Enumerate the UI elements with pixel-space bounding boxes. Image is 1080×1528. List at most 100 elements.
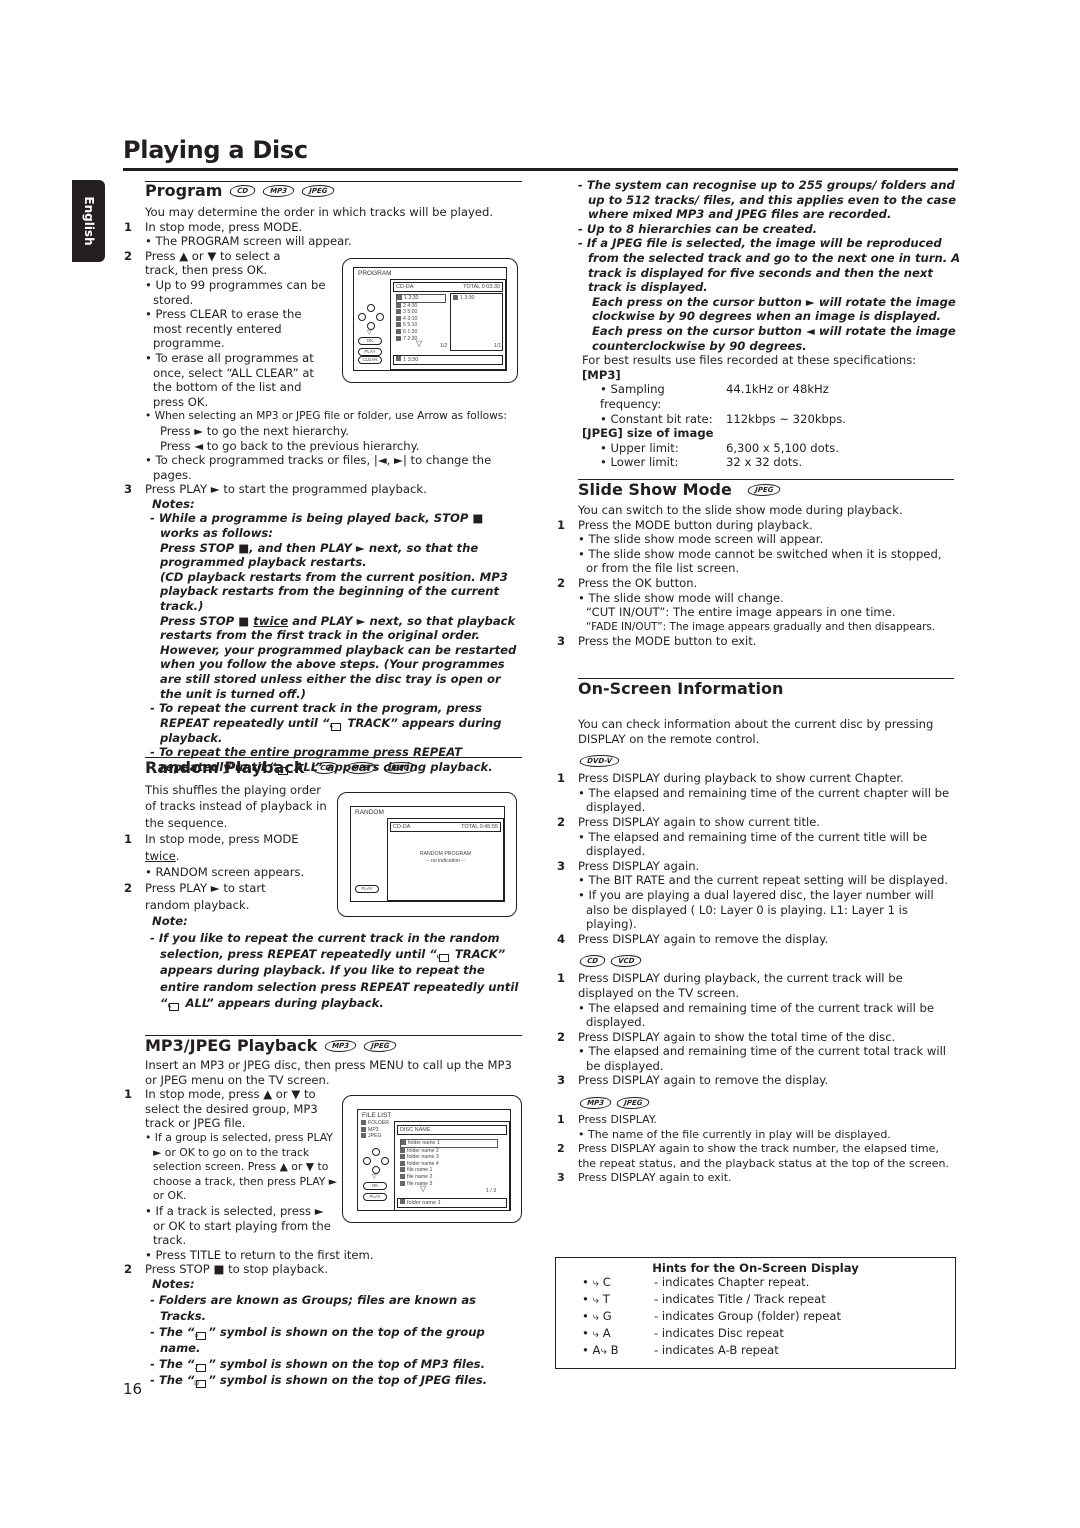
- current-track-bar: 1 3:30: [393, 355, 503, 365]
- folder-icon: ▫: [194, 1331, 207, 1340]
- disc-badge-mp3: MP3: [343, 761, 379, 774]
- step-item: 1 Press DISPLAY during playback, the curr…: [557, 971, 903, 1000]
- slideshow-heading: Slide Show Mode JPEG: [578, 480, 782, 499]
- onscreen-heading: On-Screen Information: [578, 679, 783, 698]
- bullet: • The elapsed and remaining time of the …: [578, 1044, 947, 1073]
- hint-item: • ⤷ A- indicates Disc repeat: [582, 1326, 784, 1340]
- disc-badge-jpeg: JPEG: [362, 1039, 399, 1052]
- scroll-down-icon: ▽: [416, 339, 423, 348]
- bullet: • The BIT RATE and the current repeat se…: [578, 873, 949, 888]
- step-item: 4 Press DISPLAY again to remove the displ…: [557, 931, 829, 946]
- language-tab: English: [72, 180, 105, 262]
- screen-label: PROGRAM: [358, 270, 392, 277]
- disc-badge-jpeg: JPEG: [746, 483, 782, 496]
- mp3jpeg-title: MP3/JPEG Playback: [145, 1036, 318, 1055]
- file-item[interactable]: folder name 4: [400, 1160, 498, 1168]
- bullet: • The elapsed and remaining time of the …: [578, 829, 928, 859]
- track-item[interactable]: 1 3:30: [396, 294, 446, 303]
- dpad-icon: [363, 1148, 389, 1174]
- note: - While a programme is being played back…: [150, 511, 484, 541]
- disc-badge-dvd: DVD-V: [578, 755, 621, 768]
- file-item[interactable]: folder name 1: [400, 1139, 498, 1148]
- notes-label: Notes:: [152, 1276, 195, 1291]
- note: - Folders are known as Groups; files are…: [150, 1292, 477, 1323]
- track-item[interactable]: 4 3:10: [396, 315, 446, 323]
- ok-button[interactable]: OK: [363, 1182, 387, 1190]
- step-item: 1 Press DISPLAY.: [557, 1113, 657, 1127]
- file-item[interactable]: folder name 3: [400, 1154, 498, 1161]
- program-intro: You may determine the order in which tra…: [145, 205, 494, 219]
- note-cont: Press STOP ■, and then PLAY ► next, so t…: [160, 540, 479, 570]
- disc-badge-cd: CD: [228, 184, 257, 197]
- random-title: Random Playback: [145, 758, 305, 777]
- play-button[interactable]: PLAY: [358, 348, 382, 356]
- program-step-1: 1 In stop mode, press MODE.: [124, 219, 303, 234]
- random-screen: RANDOM CD-DA TOTAL 0:45:55 RANDOM PROGRAM…: [350, 806, 505, 902]
- repeat-icon: ↳: [436, 954, 449, 963]
- page-title: Playing a Disc: [123, 136, 308, 164]
- repeat-symbol: • ⤷ A: [582, 1326, 611, 1340]
- disc-badge-vcd: VCD: [609, 955, 643, 968]
- note: - The “☺” symbol is shown on the top of …: [150, 1372, 488, 1388]
- hints-title: Hints for the On-Screen Display: [652, 1261, 859, 1275]
- mp3jpeg-intro: Insert an MP3 or JPEG disc, then press M…: [145, 1058, 512, 1087]
- page-number: 16: [123, 1380, 143, 1398]
- disc-badge-jpeg: JPEG: [615, 1097, 651, 1110]
- mp3jpeg-heading: MP3/JPEG Playback MP3 JPEG: [145, 1036, 399, 1055]
- bullet: • Up to 99 programmes can be stored.: [145, 277, 326, 307]
- specs-jpeg-heading: [JPEG] size of image: [582, 426, 714, 441]
- note-cont: (CD playback restarts from the current p…: [160, 569, 508, 614]
- disc-badge-jpeg: JPEG: [382, 761, 419, 774]
- mp3jpeg-notes-cont: - The system can recognise up to 255 gro…: [578, 178, 963, 470]
- bullet: • If a group is selected, press PLAY ► o…: [145, 1130, 338, 1203]
- onscreen-body: You can check information about the curr…: [557, 717, 957, 1186]
- jpeg-file-icon: ☺: [193, 1379, 207, 1388]
- file-item[interactable]: file name 3: [400, 1180, 498, 1188]
- track-item[interactable]: 6 1:30: [396, 328, 446, 336]
- file-list: folder name 1 folder name 2 folder name …: [400, 1139, 498, 1187]
- bullet-cont: Press ► to go the next hierarchy.: [160, 423, 350, 438]
- play-button[interactable]: PLAY: [355, 885, 379, 893]
- repeat-symbol: • ⤷ C: [582, 1275, 611, 1289]
- filelist-screen: FILE LIST FOLDER MP3 JPEG DISC NAME fold…: [357, 1109, 511, 1211]
- page-indicator: 1/1: [494, 343, 502, 349]
- title-divider: [123, 168, 958, 171]
- bullet: • When selecting an MP3 or JPEG file or …: [145, 410, 507, 423]
- bullet: • Press CLEAR to erase the most recently…: [145, 307, 302, 351]
- program-step-3: 3 Press PLAY ► to start the programmed pl…: [124, 482, 427, 497]
- random-intro: This shuffles the playing order of track…: [145, 783, 327, 830]
- random-heading: Random Playback CD MP3 JPEG: [145, 758, 419, 777]
- step-item: 1 Press DISPLAY during playback to show c…: [557, 771, 904, 786]
- file-item[interactable]: file name 1: [400, 1167, 498, 1174]
- step-item: 3 Press DISPLAY again to exit.: [557, 1171, 732, 1185]
- hint-item: • A⤷ B- indicates A-B repeat: [582, 1343, 779, 1357]
- disc-badge-jpeg: JPEG: [300, 184, 337, 197]
- cd-steps: 1 Press DISPLAY during playback, the curr…: [557, 971, 957, 1088]
- disc-badge-cd: CD: [310, 761, 340, 774]
- repeat-symbol: • ⤷ T: [582, 1292, 610, 1306]
- track-item[interactable]: 2 4:30: [396, 302, 446, 310]
- step-item: 3 Press DISPLAY again to remove the displ…: [557, 1073, 829, 1088]
- play-button[interactable]: PLAY: [363, 1193, 387, 1201]
- track-item[interactable]: 5 5:10: [396, 322, 446, 329]
- clear-button[interactable]: CLEAR: [358, 356, 382, 364]
- bullet: • If a track is selected, press ► or OK …: [145, 1203, 331, 1248]
- note: - If you like to repeat the current trac…: [150, 930, 519, 1012]
- file-item[interactable]: file name 2: [400, 1173, 498, 1181]
- language-label: English: [81, 196, 96, 246]
- bullet: • The elapsed and remaining time of the …: [578, 785, 950, 815]
- dpad-icon: [358, 304, 384, 330]
- step-item: 2 Press DISPLAY again to show current tit…: [557, 814, 821, 829]
- file-item[interactable]: folder name 2: [400, 1147, 498, 1155]
- hints-list: • ⤷ C- indicates Chapter repeat. • ⤷ T- i…: [556, 1274, 955, 1359]
- page-indicator: 1/2: [440, 343, 448, 349]
- note: - The “▫” symbol is shown on the top of …: [150, 1324, 485, 1355]
- disc-badge-mp3: MP3: [323, 1039, 358, 1052]
- ok-button[interactable]: OK: [358, 337, 382, 345]
- slideshow-title: Slide Show Mode: [578, 480, 732, 499]
- filelist-legend: FOLDER MP3 JPEG: [361, 1120, 389, 1140]
- specs-intro: For best results use files recorded at t…: [582, 353, 917, 368]
- repeat-symbol: • A⤷ B: [582, 1343, 619, 1357]
- track-item[interactable]: 3 5:00: [396, 309, 446, 316]
- note-cont: Press STOP ■ twice and PLAY ► next, so t…: [160, 613, 517, 701]
